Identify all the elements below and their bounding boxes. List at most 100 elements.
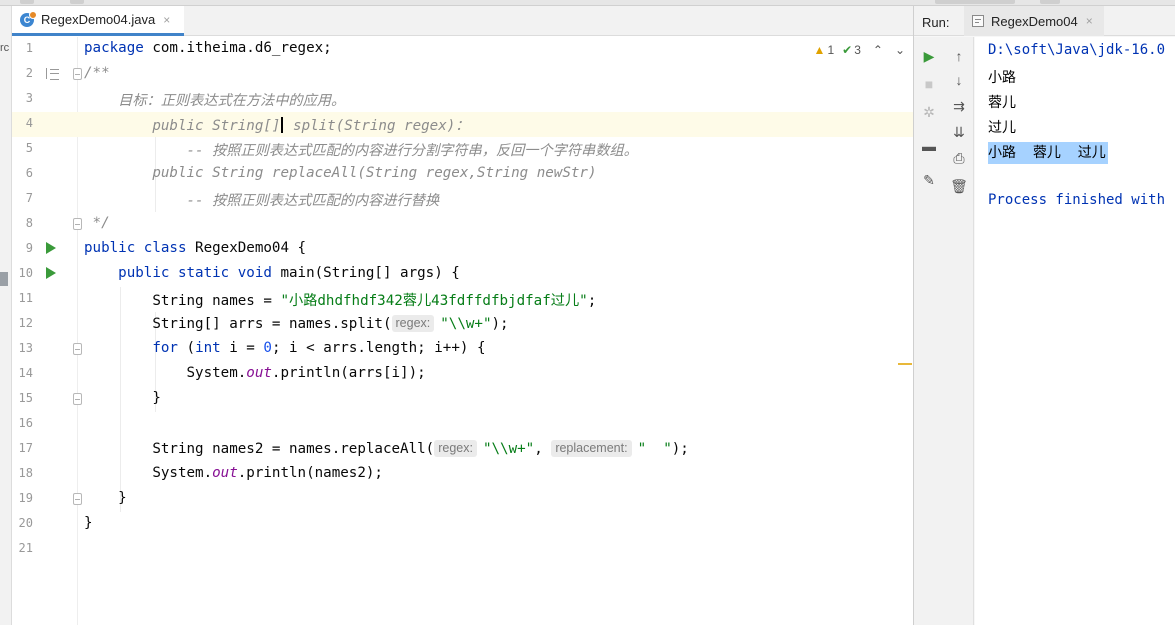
chevron-up-icon[interactable]: ⌃ [873, 43, 883, 57]
code-line[interactable]: 7 -- 按照正则表达式匹配的内容进行替换 [12, 187, 913, 212]
code-line[interactable]: 6 public String replaceAll(String regex,… [12, 162, 913, 187]
project-panel-fragment: rc [0, 42, 10, 54]
tab-run-regexdemo04[interactable]: RegexDemo04 × [964, 6, 1104, 36]
stop-icon[interactable]: ■ [920, 75, 938, 93]
fold-icon[interactable] [73, 218, 82, 230]
documentation-icon[interactable] [46, 68, 59, 80]
code-token: String names2 = names.replaceAll( [84, 441, 435, 457]
close-icon[interactable]: × [163, 13, 170, 27]
code-token: for [152, 340, 178, 356]
code-line[interactable]: 21 [12, 537, 913, 562]
code-line[interactable]: 8 */ [12, 212, 913, 237]
top-toolbar-button[interactable] [20, 0, 34, 4]
console-output-line: 蓉儿 [988, 95, 1016, 111]
code-token: 目标：正则表达式在方法中的应用。 [84, 93, 346, 109]
code-token: main(String[] args) { [271, 265, 460, 281]
run-method-icon[interactable] [46, 267, 56, 279]
run-header: Run: RegexDemo04 × [914, 6, 1175, 36]
code-line[interactable]: 18 System.out.println(names2); [12, 462, 913, 487]
code-line[interactable]: 20 } [12, 512, 913, 537]
fold-icon[interactable] [73, 493, 82, 505]
line-number: 13 [18, 341, 33, 355]
code-token: i = [220, 340, 264, 356]
code-line[interactable]: 9 public class RegexDemo04 { [12, 237, 913, 262]
code-token: ( [177, 340, 196, 356]
code-token: "\\w+" [440, 316, 492, 332]
code-token: .println(names2); [237, 465, 383, 481]
console-process-finished: Process finished with [988, 192, 1166, 208]
console-command-line: D:\soft\Java\jdk-16.0 [988, 42, 1166, 58]
line-number: 12 [18, 316, 33, 330]
console-output-line: 小路 [988, 70, 1016, 86]
line-number: 17 [18, 441, 33, 455]
code-line[interactable]: 16 [12, 412, 913, 437]
code-line[interactable]: 3 目标：正则表达式在方法中的应用。 [12, 87, 913, 112]
inspection-widget[interactable]: ▲ 1 ✔ 3 ⌃ ⌄ [814, 43, 905, 57]
parameter-hint: replacement: [551, 440, 632, 457]
run-tab-label: RegexDemo04 [991, 13, 1078, 29]
code-token: out [246, 365, 272, 381]
fold-icon[interactable] [73, 343, 82, 355]
run-class-icon[interactable] [46, 242, 56, 254]
trash-icon[interactable]: 🗑 [950, 177, 968, 195]
line-number: 2 [25, 66, 33, 80]
code-line[interactable]: 2 /** [12, 62, 913, 87]
line-number: 5 [25, 141, 33, 155]
rerun-icon[interactable]: ▶ [920, 47, 938, 65]
code-line[interactable]: 15 } [12, 387, 913, 412]
scrollbar-warning-marker[interactable] [898, 363, 912, 365]
up-icon[interactable]: ↑ [950, 47, 968, 65]
code-line[interactable]: 14 System.out.println(arrs[i]); [12, 362, 913, 387]
code-line-current[interactable]: 4 public String[] split(String regex)： [12, 112, 913, 137]
scroll-to-end-icon[interactable]: ⇊ [950, 123, 968, 141]
code-line[interactable]: 19 } [12, 487, 913, 512]
console-output-line-selected: 小路 蓉儿 过儿 [988, 142, 1108, 164]
console-output[interactable]: D:\soft\Java\jdk-16.0 小路 蓉儿 过儿 小路 蓉儿 过儿 … [975, 37, 1175, 625]
down-icon[interactable]: ↓ [950, 71, 968, 89]
fold-icon[interactable] [73, 68, 82, 80]
top-toolbar-button[interactable] [1040, 0, 1060, 4]
top-toolbar-button[interactable] [70, 0, 84, 4]
pin-icon[interactable]: ✎ [920, 171, 938, 189]
code-token: ); [671, 441, 689, 457]
code-token: } [84, 490, 127, 506]
line-number: 3 [25, 91, 33, 105]
code-token: com.itheima.d6_regex; [143, 40, 332, 56]
code-token: out [212, 465, 238, 481]
warning-count: 1 [827, 43, 835, 57]
code-token: s [284, 118, 302, 134]
line-number: 11 [18, 291, 33, 305]
chevron-down-icon[interactable]: ⌄ [895, 43, 905, 57]
print-icon[interactable]: ⎙ [950, 149, 968, 167]
parameter-hint: regex: [391, 315, 435, 332]
code-token: .println(arrs[i]); [271, 365, 426, 381]
line-number: 4 [25, 116, 33, 130]
soft-wrap-icon[interactable]: ⇉ [950, 97, 968, 115]
code-line[interactable]: 1 package com.itheima.d6_regex; [12, 37, 913, 62]
tab-regexdemo04[interactable]: C RegexDemo04.java × [12, 6, 184, 36]
console-icon [972, 15, 984, 27]
line-number: 14 [18, 366, 33, 380]
layout-icon[interactable]: ▬ [920, 137, 938, 155]
code-token: " " [637, 441, 672, 457]
code-token: } [84, 515, 93, 531]
project-panel-edge[interactable]: rc [0, 6, 12, 625]
code-editor[interactable]: 1 package com.itheima.d6_regex; 2 /** 3 … [12, 37, 913, 625]
code-line[interactable]: 12 String[] arrs = names.split(regex: "\\… [12, 312, 913, 337]
debug-icon[interactable]: ✲ [920, 103, 938, 121]
fold-icon[interactable] [73, 393, 82, 405]
top-toolbar-button[interactable] [935, 0, 1015, 4]
close-icon[interactable]: × [1086, 14, 1093, 28]
code-line[interactable]: 10 public static void main(String[] args… [12, 262, 913, 287]
code-line[interactable]: 17 String names2 = names.replaceAll(rege… [12, 437, 913, 462]
code-token: public String[] [84, 118, 281, 134]
code-line[interactable]: 5 -- 按照正则表达式匹配的内容进行分割字符串，反回一个字符串数组。 [12, 137, 913, 162]
double-check-icon: ✔ [842, 43, 853, 57]
code-token: , [534, 441, 552, 457]
code-line[interactable]: 13 for (int i = 0; i < arrs.length; i++)… [12, 337, 913, 362]
project-panel-marker [0, 272, 8, 286]
code-line[interactable]: 11 String names = "小路dhdfhdf342蓉儿43fdffd… [12, 287, 913, 312]
line-number: 19 [18, 491, 33, 505]
